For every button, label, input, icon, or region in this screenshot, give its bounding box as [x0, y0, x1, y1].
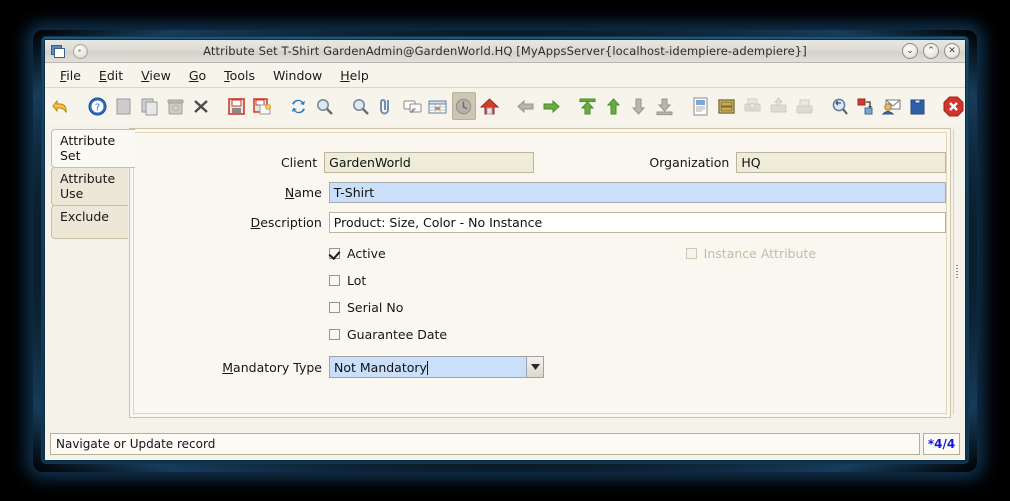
previous-record-icon[interactable]	[514, 92, 538, 120]
panel-splitter[interactable]	[953, 129, 961, 414]
help-icon[interactable]: ?	[86, 92, 110, 120]
attachment-icon[interactable]	[374, 92, 398, 120]
application-window: Attribute Set T-Shirt GardenAdmin@Garden…	[41, 36, 969, 464]
row-description: Description Product: Size, Color - No In…	[134, 207, 946, 237]
client-field: GardenWorld	[324, 151, 534, 173]
description-label: Description	[250, 214, 322, 230]
print-icon[interactable]	[766, 92, 790, 120]
menu-go[interactable]: Go	[180, 66, 215, 85]
status-message: Navigate or Update record	[50, 433, 920, 455]
serial-no-checkbox[interactable]	[329, 302, 340, 313]
menu-tools[interactable]: Tools	[215, 66, 264, 85]
record-counter: *4/4	[923, 433, 960, 455]
row-mandatory-type: Mandatory Type Not Mandatory	[134, 352, 946, 382]
tab-attribute-set[interactable]: Attribute Set	[51, 129, 135, 168]
chevron-down-icon[interactable]	[526, 357, 543, 377]
row-lot: Lot	[134, 267, 946, 294]
window-title: Attribute Set T-Shirt GardenAdmin@Garden…	[203, 44, 807, 58]
guarantee-date-label: Guarantee Date	[347, 327, 448, 342]
delete-selection-icon[interactable]	[189, 92, 213, 120]
close-button[interactable]: ✕	[944, 43, 960, 59]
next-record-icon[interactable]	[540, 92, 564, 120]
instance-attribute-checkbox	[685, 248, 697, 259]
save-new-icon[interactable]	[251, 92, 275, 120]
organization-label: Organization	[649, 154, 730, 170]
print-screen-icon[interactable]	[792, 92, 816, 120]
menu-file[interactable]: File	[51, 66, 90, 85]
splitter-grip[interactable]	[956, 264, 958, 279]
menubar: File Edit View Go Tools Window Help	[45, 63, 965, 88]
archive-icon[interactable]	[715, 92, 739, 120]
find-icon[interactable]	[313, 92, 337, 120]
toolbar: ?	[45, 88, 965, 125]
row-name: Name T-Shirt	[134, 177, 946, 207]
zoom-across-icon[interactable]	[828, 92, 852, 120]
row-guarantee-date: Guarantee Date	[134, 321, 946, 348]
zoom-icon[interactable]	[348, 92, 372, 120]
instance-attribute-label: Instance Attribute	[703, 246, 817, 261]
lot-label: Lot	[347, 273, 367, 288]
organization-field: HQ	[736, 151, 947, 173]
refresh-icon[interactable]	[287, 92, 311, 120]
menu-view[interactable]: View	[132, 66, 180, 85]
row-active-instance: Active Instance Attribute	[134, 240, 946, 267]
mandatory-type-label: Mandatory Type	[222, 359, 322, 375]
tab-strip: Attribute Set Attribute Use Exclude	[51, 129, 135, 239]
row-client-organization: Client GardenWorld Organization HQ	[134, 147, 947, 177]
name-label: Name	[284, 184, 322, 200]
detail-record-icon[interactable]	[627, 92, 651, 120]
tab-exclude[interactable]: Exclude	[51, 205, 128, 239]
window-body: Attribute Set Attribute Use Exclude Clie…	[45, 124, 965, 460]
desktop-background: Attribute Set T-Shirt GardenAdmin@Garden…	[0, 0, 1010, 501]
mandatory-type-value: Not Mandatory	[334, 359, 427, 375]
tab-attribute-use[interactable]: Attribute Use	[51, 167, 128, 206]
last-record-icon[interactable]	[653, 92, 677, 120]
guarantee-date-checkbox[interactable]	[329, 329, 340, 340]
attribute-set-form: Client GardenWorld Organization HQ Name …	[134, 147, 947, 382]
window-titlebar[interactable]: Attribute Set T-Shirt GardenAdmin@Garden…	[45, 40, 965, 63]
workflow-icon[interactable]	[854, 92, 878, 120]
statusbar: Navigate or Update record *4/4	[50, 433, 960, 455]
svg-text:?: ?	[95, 102, 100, 113]
history-icon[interactable]	[451, 92, 476, 120]
lot-checkbox[interactable]	[329, 275, 340, 286]
window-shade-icon[interactable]	[73, 43, 88, 59]
first-record-icon[interactable]	[575, 92, 599, 120]
menu-help[interactable]: Help	[331, 66, 378, 85]
record-panel: Client GardenWorld Organization HQ Name …	[129, 128, 951, 418]
maximize-button[interactable]: ⌃	[923, 43, 939, 59]
request-icon[interactable]	[880, 92, 904, 120]
description-input[interactable]: Product: Size, Color - No Instance	[328, 211, 946, 233]
product-info-icon[interactable]	[905, 92, 929, 120]
name-input[interactable]: T-Shirt	[328, 181, 946, 203]
grid-toggle-icon[interactable]	[426, 92, 450, 120]
report-icon[interactable]	[689, 92, 713, 120]
undo-icon[interactable]	[50, 92, 74, 120]
save-icon[interactable]	[225, 92, 249, 120]
active-label: Active	[347, 246, 386, 261]
row-serial-no: Serial No	[134, 294, 946, 321]
menu-edit[interactable]: Edit	[90, 66, 132, 85]
serial-no-label: Serial No	[347, 300, 404, 315]
delete-record-icon[interactable]	[163, 92, 187, 120]
menu-window[interactable]: Window	[264, 66, 331, 85]
chat-icon[interactable]	[400, 92, 424, 120]
client-label: Client	[280, 154, 318, 170]
exit-icon[interactable]	[941, 92, 965, 120]
new-record-icon[interactable]	[112, 92, 136, 120]
copy-record-icon[interactable]	[138, 92, 162, 120]
mandatory-type-combo[interactable]: Not Mandatory	[329, 356, 544, 378]
home-icon[interactable]	[478, 92, 502, 120]
active-checkbox[interactable]	[329, 248, 340, 259]
parent-record-icon[interactable]	[601, 92, 625, 120]
window-menu-icon[interactable]	[50, 44, 66, 58]
print-preview-icon[interactable]	[740, 92, 764, 120]
minimize-button[interactable]: ⌄	[902, 43, 918, 59]
